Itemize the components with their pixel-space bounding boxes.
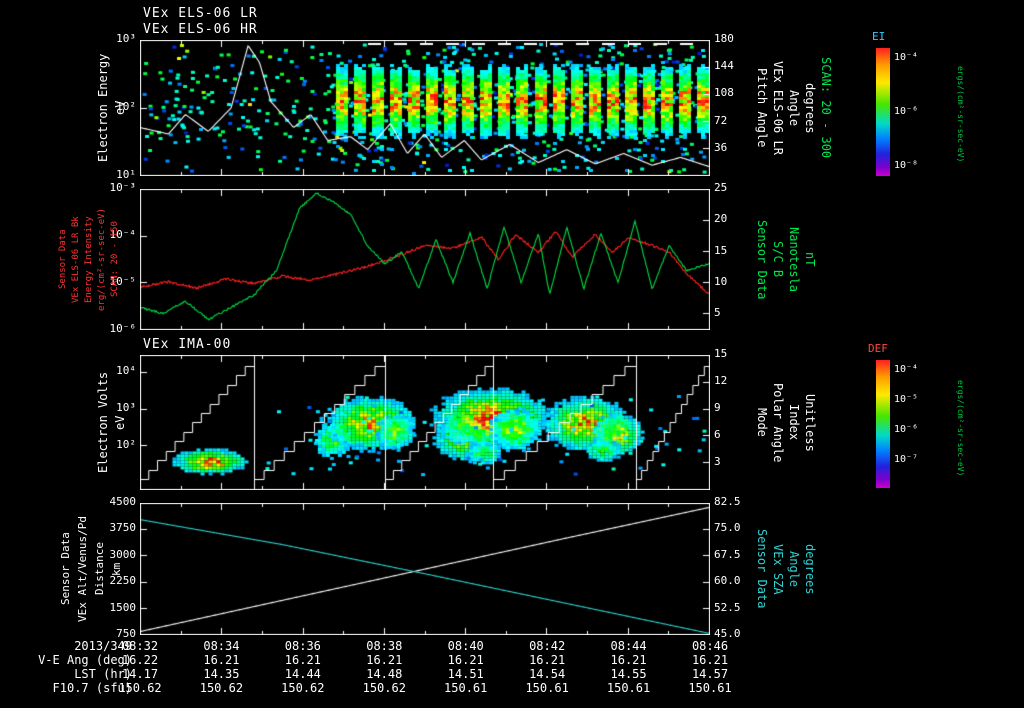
axis-label: Sensor Data: [58, 229, 68, 290]
colorbar-tick-label: 10⁻⁵: [894, 394, 919, 405]
footer-value: 14.17: [121, 667, 159, 681]
tick-label: 10¹: [116, 168, 136, 181]
axis-label: Distance: [93, 542, 106, 596]
axis-label: eV: [113, 415, 127, 430]
footer-value: 150.61: [688, 681, 732, 695]
footer-value: 150.62: [281, 681, 325, 695]
time-tick-label: 08:34: [203, 639, 240, 653]
axis-label: Electron Volts: [96, 371, 110, 474]
axis-label: Nanotesla: [786, 226, 801, 293]
axis-label: Electron Energy: [96, 53, 110, 163]
axis-label: Index: [786, 404, 801, 441]
axis-label: Pitch Angle: [754, 68, 769, 148]
footer-value: 150.62: [118, 681, 162, 695]
colorbar-tick-label: 10⁻⁴: [894, 52, 919, 63]
footer-value: 14.35: [203, 667, 240, 681]
footer-value: 16.21: [366, 653, 403, 667]
axis-label: degrees: [802, 82, 817, 134]
axis-label: Energy Intensity: [84, 216, 94, 303]
footer-value: 14.51: [447, 667, 484, 681]
footer-value: 14.48: [366, 667, 403, 681]
axis-label: Mode: [754, 408, 769, 437]
footer-value: 150.61: [525, 681, 569, 695]
axis-label: SCAN: 20 - 150: [110, 221, 120, 298]
axis-label: eV: [113, 100, 127, 116]
colorbar-def: [876, 360, 890, 488]
axis-label: Sensor Data: [754, 219, 769, 300]
axis-label: Sensor Data: [59, 532, 72, 606]
footer-value: 16.21: [203, 653, 240, 667]
footer-value: 16.21: [447, 653, 484, 667]
tick-label: 10³: [116, 32, 136, 45]
colorbar-tick-label: 10⁻⁶: [894, 424, 919, 435]
axis-label: ergs/(cm²-sr-sec-eV): [956, 379, 966, 477]
colorbar-tick-label: 10⁻⁶: [894, 106, 919, 117]
footer-value: 16.22: [121, 653, 159, 667]
axis-label: S/C B: [770, 241, 785, 278]
axis-label: VEx Alt/Venus/Pd: [76, 516, 89, 622]
axis-label: VEx ELS-06 LR: [770, 61, 785, 155]
time-tick-label: 08:42: [529, 639, 566, 653]
axis-label: km: [110, 562, 123, 576]
time-tick-label: 08:36: [284, 639, 321, 653]
vex-quicklook-plot: VEx ELS-06 LR VEx ELS-06 HR VEx IMA-00 1…: [0, 0, 1024, 708]
colorbar-tick-label: 10⁻⁷: [894, 454, 919, 465]
time-tick-label: 08:46: [691, 639, 729, 653]
axis-label: VEx SZA: [770, 543, 785, 595]
footer-value: 150.62: [362, 681, 406, 695]
time-tick-label: 08:44: [610, 639, 647, 653]
footer-value: 16.21: [610, 653, 647, 667]
footer-value: 14.57: [691, 667, 729, 681]
altitude-sza-plot: [140, 503, 710, 635]
footer-value: 150.61: [444, 681, 488, 695]
footer-value: 150.61: [606, 681, 651, 695]
colorbar-ei: [876, 48, 890, 176]
axis-label: VEx ELS-06 LR Bk: [71, 216, 81, 303]
time-tick-label: 08:32: [121, 639, 159, 653]
axis-label: Angle: [786, 89, 801, 127]
time-tick-label: 08:40: [447, 639, 484, 653]
panel1-title-line2: VEx ELS-06 HR: [143, 22, 258, 37]
footer-value: 14.55: [610, 667, 647, 681]
footer-value: 14.44: [284, 667, 321, 681]
footer-value: 16.21: [529, 653, 566, 667]
colorbar-ei-title: EI: [872, 30, 886, 43]
panel1-title-line1: VEx ELS-06 LR: [143, 6, 258, 21]
footer-value: 16.21: [284, 653, 321, 667]
axis-label: Polar Angle: [770, 382, 785, 463]
axis-label: degrees: [802, 543, 817, 595]
axis-label: Unitless: [802, 393, 817, 452]
axis-label: Sensor Data: [754, 529, 769, 609]
colorbar-def-title: DEF: [868, 342, 888, 355]
axis-label: SCAN: 20 - 300: [818, 57, 833, 159]
axis-label: nT: [802, 252, 817, 267]
time-tick-label: 08:38: [366, 639, 403, 653]
els-energy-spectrogram: [140, 40, 710, 176]
bk-intensity-bfield-plot: [140, 189, 710, 330]
axis-label: Angle: [786, 550, 801, 588]
colorbar-tick-label: 10⁻⁴: [894, 364, 919, 375]
axis-label: erg/(cm²-sr-sec-eV): [97, 208, 107, 311]
footer-value: 150.62: [199, 681, 244, 695]
colorbar-tick-label: 10⁻⁸: [894, 160, 919, 171]
axis-label: ergs/(cm²-sr-sec-eV): [956, 65, 966, 163]
footer-value: 14.54: [529, 667, 566, 681]
footer-value: 16.21: [691, 653, 729, 667]
ima-spectrogram: [140, 355, 710, 490]
panel3-title: VEx IMA-00: [143, 337, 232, 352]
